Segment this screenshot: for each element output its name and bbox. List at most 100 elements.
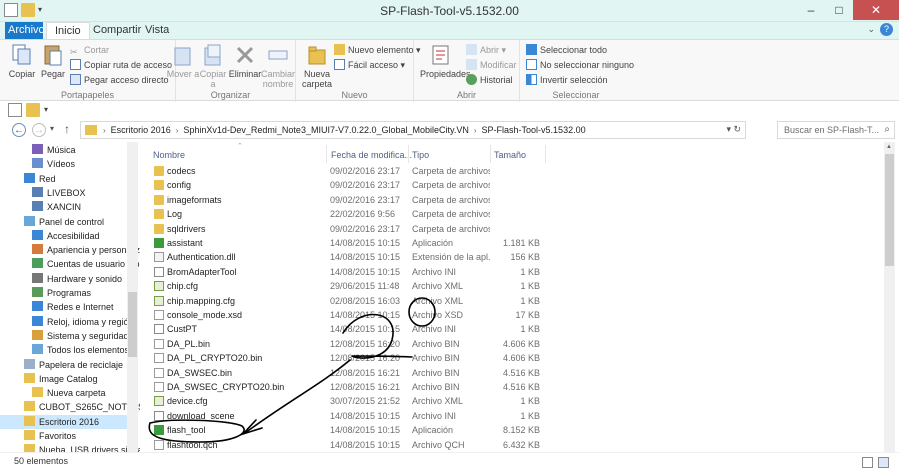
search-input[interactable]: Buscar en SP-Flash-T... ⌕ xyxy=(777,121,895,139)
tab-vista[interactable]: Vista xyxy=(137,22,177,39)
column-header-size[interactable]: Tamaño xyxy=(494,148,526,162)
file-row[interactable]: CustPT 14/08/2015 10:15 Archivo INI 1 KB xyxy=(150,322,550,336)
file-row[interactable]: download_scene 14/08/2015 10:15 Archivo IN… xyxy=(150,409,550,423)
history-button[interactable]: Historial xyxy=(466,73,513,87)
select-all-button[interactable]: Seleccionar todo xyxy=(526,43,607,57)
nav-scrollbar[interactable] xyxy=(127,142,138,452)
open-button[interactable]: Abrir ▾ xyxy=(466,43,506,57)
file-row[interactable]: chip.mapping.cfg 02/08/2015 16:03 Archivo … xyxy=(150,294,550,308)
delete-button[interactable]: Eliminar xyxy=(228,43,262,79)
file-row[interactable]: chip.cfg 29/06/2015 11:48 Archivo XML 1 KB xyxy=(150,279,550,293)
nav-tree-item[interactable]: Todos los elementos d xyxy=(0,343,137,357)
file-row[interactable]: flashtool.qch 14/08/2015 10:15 Archivo QCH… xyxy=(150,438,550,452)
file-row[interactable]: Authentication.dll 14/08/2015 10:15 Extens… xyxy=(150,250,550,264)
breadcrumb-1[interactable]: SphinXv1d-Dev_Redmi_Note3_MIUI7-V7.0.22.… xyxy=(180,125,471,135)
nav-tree-item[interactable]: Favoritos xyxy=(0,429,127,443)
maximize-button[interactable]: □ xyxy=(825,0,853,20)
details-view-icon[interactable] xyxy=(862,457,873,468)
file-row[interactable]: BromAdapterTool 14/08/2015 10:15 Archivo I… xyxy=(150,265,550,279)
nav-tree-item[interactable]: Redes e Internet xyxy=(0,300,127,314)
column-header-date[interactable]: Fecha de modifica... xyxy=(331,148,412,162)
toolbar-dropdown-icon[interactable]: ▾ xyxy=(44,103,52,117)
folder-icon xyxy=(24,372,35,383)
invert-selection-button[interactable]: Invertir selección xyxy=(526,73,608,87)
file-list-scrollbar[interactable]: ▲ xyxy=(884,142,895,452)
nav-tree-item[interactable]: Accesibilidad xyxy=(0,229,127,243)
file-row[interactable]: assistant 14/08/2015 10:15 Aplicación 1.181… xyxy=(150,236,550,250)
new-folder-button[interactable]: Nueva carpeta xyxy=(300,43,334,89)
nav-tree-item[interactable]: Hardware y sonido xyxy=(0,272,127,286)
rename-button[interactable]: Cambiar nombre xyxy=(261,43,295,89)
up-arrow-icon[interactable]: ↑ xyxy=(64,122,70,136)
nav-tree-item[interactable]: Panel de control xyxy=(0,215,127,229)
move-to-button[interactable]: Mover a xyxy=(166,43,200,79)
close-button[interactable]: ✕ xyxy=(853,0,899,20)
file-list-scroll-thumb[interactable] xyxy=(885,154,894,266)
nav-tree-item[interactable]: Apariencia y personaliz xyxy=(0,243,140,257)
file-row[interactable]: sqldrivers 09/02/2016 23:17 Carpeta de arc… xyxy=(150,222,550,236)
file-row[interactable]: DA_PL.bin 12/08/2015 16:20 Archivo BIN 4.60… xyxy=(150,337,550,351)
copy-path-button[interactable]: Copiar ruta de acceso xyxy=(70,58,172,72)
help-icon[interactable]: ? xyxy=(880,23,893,36)
nav-tree-item[interactable]: Nueba_USB drivers signa xyxy=(0,443,140,452)
minimize-button[interactable]: – xyxy=(797,0,825,20)
nav-tree-item[interactable]: Image Catalog xyxy=(0,372,127,386)
file-row[interactable]: device.cfg 30/07/2015 21:52 Archivo XML 1 K… xyxy=(150,394,550,408)
nav-scroll-thumb[interactable] xyxy=(128,292,137,357)
file-row[interactable]: console_mode.xsd 14/08/2015 10:15 Archivo … xyxy=(150,308,550,322)
nav-tree-item[interactable]: Nueva carpeta xyxy=(0,386,127,400)
nav-tree-item[interactable]: Red xyxy=(0,172,127,186)
cut-button[interactable]: ✂ Cortar xyxy=(70,43,109,57)
folder-small-icon[interactable] xyxy=(26,103,40,117)
file-row[interactable]: DA_SWSEC.bin 12/08/2015 16:21 Archivo BIN 4… xyxy=(150,366,550,380)
forward-button[interactable]: → xyxy=(32,123,46,137)
column-header-type[interactable]: Tipo xyxy=(412,148,429,162)
tab-archivo[interactable]: Archivo xyxy=(5,22,45,39)
column-header-name[interactable]: Nombre xyxy=(153,148,185,162)
nav-tree-item[interactable]: Papelera de reciclaje xyxy=(0,358,127,372)
paste-shortcut-button[interactable]: Pegar acceso directo xyxy=(70,73,169,87)
file-row[interactable]: Log 22/02/2016 9:56 Carpeta de archivos xyxy=(150,207,550,221)
refresh-icon[interactable]: ▾ ↻ xyxy=(726,124,741,135)
copy-to-button[interactable]: Copiar a xyxy=(196,43,230,89)
properties-small-icon[interactable] xyxy=(8,103,22,117)
nav-tree-item[interactable]: Sistema y seguridad xyxy=(0,329,129,343)
file-row[interactable]: DA_SWSEC_CRYPTO20.bin 12/08/2015 16:21 Arc… xyxy=(150,380,550,394)
easy-access-button[interactable]: Fácil acceso ▾ xyxy=(334,58,405,72)
doc-file-icon xyxy=(154,338,164,349)
nav-tree-item[interactable]: CUBOT_S265C_NOTE_S_ xyxy=(0,400,140,414)
nav-tree-item[interactable]: Reloj, idioma y región xyxy=(0,315,134,329)
nav-tree-item[interactable]: Vídeos xyxy=(0,157,127,171)
nav-tree-item[interactable]: Música xyxy=(0,143,127,157)
properties-button[interactable]: Propiedades xyxy=(420,43,471,79)
edit-button[interactable]: Modificar xyxy=(466,58,517,72)
file-row[interactable]: codecs 09/02/2016 23:17 Carpeta de archivo… xyxy=(150,164,550,178)
recent-locations-icon[interactable]: ▾ xyxy=(50,124,54,133)
file-row[interactable]: DA_PL_CRYPTO20.bin 12/08/2015 16:20 Archiv… xyxy=(150,351,550,365)
new-item-button[interactable]: Nuevo elemento ▾ xyxy=(334,43,421,57)
nav-tree-item[interactable]: LIVEBOX xyxy=(0,186,127,200)
nav-tree-item[interactable]: Escritorio 2016 xyxy=(0,414,127,429)
nav-tree-item[interactable]: Cuentas de usuario y p xyxy=(0,257,140,271)
tab-inicio[interactable]: Inicio xyxy=(46,22,90,39)
programs-icon xyxy=(32,287,43,297)
paste-button[interactable]: Pegar xyxy=(36,43,70,79)
select-none-button[interactable]: No seleccionar ninguno xyxy=(526,58,634,72)
file-size: 1 KB xyxy=(520,410,540,421)
nav-tree-label: Nueba_USB drivers signa xyxy=(39,445,140,452)
file-row[interactable]: imageformats 09/02/2016 23:17 Carpeta de a… xyxy=(150,193,550,207)
breadcrumb-2[interactable]: SP-Flash-Tool-v5.1532.00 xyxy=(479,125,589,135)
scroll-up-icon[interactable]: ▲ xyxy=(886,144,892,150)
back-button[interactable]: ← xyxy=(12,123,26,137)
large-icons-view-icon[interactable] xyxy=(878,457,889,468)
copy-button[interactable]: Copiar xyxy=(5,43,39,79)
file-row[interactable]: flash_tool 14/08/2015 10:15 Aplicación 8.15… xyxy=(150,423,550,437)
nav-tree-label: Nueva carpeta xyxy=(47,388,106,399)
nav-tree-item[interactable]: XANCIN xyxy=(0,200,127,214)
nav-tree-item[interactable]: Programas xyxy=(0,286,127,300)
file-row[interactable]: config 09/02/2016 23:17 Carpeta de archivo… xyxy=(150,178,550,192)
address-bar[interactable]: › Escritorio 2016 › SphinXv1d-Dev_Redmi_… xyxy=(80,121,746,139)
breadcrumb-0[interactable]: Escritorio 2016 xyxy=(108,125,174,135)
nav-tree-label: Panel de control xyxy=(39,216,105,227)
chevron-down-icon[interactable]: ⌄ xyxy=(867,24,875,35)
